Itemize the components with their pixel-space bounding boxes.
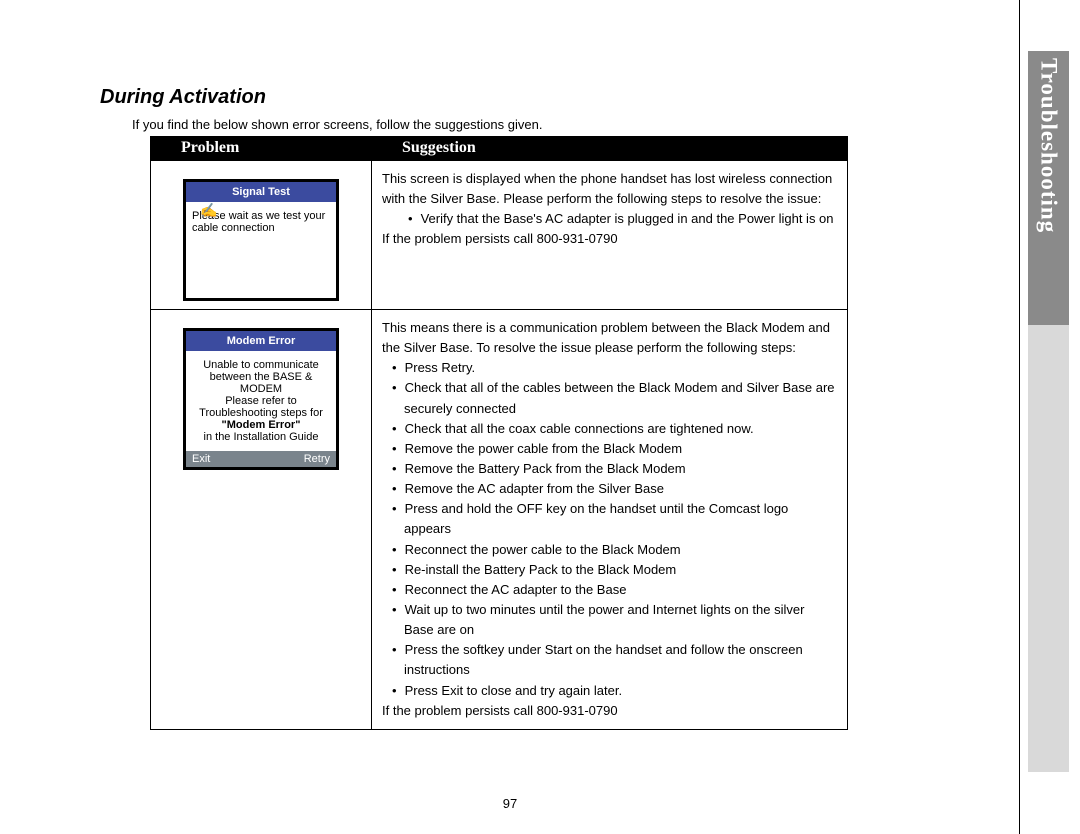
phone-body-line: Unable to communicate between the BASE &… [203,359,319,395]
side-tab-label: Troubleshooting [1028,58,1069,308]
problem-cell: Signal Test Please wait as we test your … [151,161,372,310]
section-heading: During Activation [100,86,860,109]
phone-screen-modem-error: Modem Error Unable to communicate betwee… [183,328,339,470]
suggestion-bullet: Press and hold the OFF key on the handse… [382,499,837,539]
suggestion-bullet: Reconnect the AC adapter to the Base [382,580,837,600]
suggestion-bullet: Remove the Battery Pack from the Black M… [382,459,837,479]
suggestion-intro: This screen is displayed when the phone … [382,171,832,206]
page-number: 97 [0,796,1020,811]
note-icon: ✍ [200,202,217,219]
phone-body-line: "Modem Error" [222,419,301,431]
col-header-suggestion: Suggestion [372,137,848,161]
suggestion-cell: This means there is a communication prob… [372,310,848,730]
suggestion-bullet: Reconnect the power cable to the Black M… [382,540,837,560]
phone-body-line: in the Installation Guide [204,431,319,443]
suggestion-bullet: Remove the AC adapter from the Silver Ba… [382,479,837,499]
phone-body-line: Please refer to Troubleshooting steps fo… [199,395,323,419]
table-row: Modem Error Unable to communicate betwee… [151,310,848,730]
page-canvas: Troubleshooting During Activation ✍ If y… [0,0,1080,834]
phone-body: Unable to communicate between the BASE &… [186,351,336,451]
suggestion-bullet: Check that all of the cables between the… [382,378,837,418]
side-tab-light [1028,325,1069,772]
suggestion-bullet: Press Retry. [382,358,837,378]
trouble-table: Problem Suggestion Signal Test Please wa… [150,136,848,730]
table-row: Signal Test Please wait as we test your … [151,161,848,310]
suggestion-bullet: Verify that the Base's AC adapter is plu… [382,209,837,229]
phone-title: Signal Test [186,182,336,202]
suggestion-bullet: Remove the power cable from the Black Mo… [382,439,837,459]
suggestion-bullet: Re-install the Battery Pack to the Black… [382,560,837,580]
phone-softkey-exit[interactable]: Exit [192,453,210,465]
phone-softkeys: Exit Retry [186,451,336,467]
suggestion-bullet: Press Exit to close and try again later. [382,681,837,701]
phone-softkey-retry[interactable]: Retry [304,453,330,465]
suggestion-persist: If the problem persists call 800-931-079… [382,231,618,246]
suggestion-intro: This means there is a communication prob… [382,320,830,355]
suggestion-bullet: Wait up to two minutes until the power a… [382,600,837,640]
suggestion-persist: If the problem persists call 800-931-079… [382,703,618,718]
vertical-rule [1019,0,1020,834]
suggestion-bullet: Press the softkey under Start on the han… [382,640,837,680]
phone-screen-signal-test: Signal Test Please wait as we test your … [183,179,339,301]
suggestion-cell: This screen is displayed when the phone … [372,161,848,310]
col-header-problem: Problem [151,137,372,161]
note-line: If you find the below shown error screen… [132,117,860,132]
content-area: During Activation ✍ If you find the belo… [100,86,860,730]
problem-cell: Modem Error Unable to communicate betwee… [151,310,372,730]
suggestion-bullet: Check that all the coax cable connection… [382,419,837,439]
phone-title: Modem Error [186,331,336,351]
